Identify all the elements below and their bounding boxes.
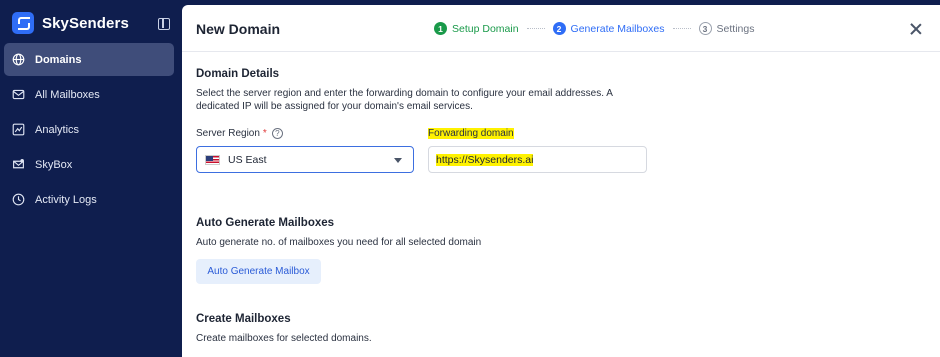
sidebar-item-domains[interactable]: Domains xyxy=(4,43,174,76)
create-mailboxes-desc: Create mailboxes for selected domains. xyxy=(196,333,372,344)
step-label: Setup Domain xyxy=(452,22,519,35)
sidebar-item-skybox[interactable]: SkyBox xyxy=(4,148,174,181)
forwarding-domain-label: Forwarding domain xyxy=(428,128,514,139)
step-separator xyxy=(672,28,691,29)
step-number: 3 xyxy=(698,22,712,35)
step-separator xyxy=(526,28,545,29)
forwarding-domain-input[interactable]: https://Skysenders.ai xyxy=(428,146,647,173)
domain-details-desc-line1: Select the server region and enter the f… xyxy=(196,88,613,99)
brand-name: SkySenders xyxy=(42,14,129,32)
step-generate-mailboxes[interactable]: 2 Generate Mailboxes xyxy=(552,22,665,35)
sidebar-item-activity-logs[interactable]: Activity Logs xyxy=(4,183,174,216)
domain-details-title: Domain Details xyxy=(196,68,280,80)
modal-header: New Domain 1 Setup Domain 2 Generate Mai… xyxy=(182,5,940,52)
required-marker: * xyxy=(262,128,267,139)
sidebar-item-label: SkyBox xyxy=(35,158,73,171)
sidebar-item-label: Analytics xyxy=(35,123,80,136)
sidebar-nav: Domains All Mailboxes Analytics SkyBox A… xyxy=(0,43,180,218)
sidebar-collapse-icon[interactable] xyxy=(158,18,170,30)
step-number: 1 xyxy=(434,22,447,35)
modal-title: New Domain xyxy=(196,21,281,37)
server-region-select[interactable]: US East xyxy=(196,146,414,173)
auto-generate-mailbox-button[interactable]: Auto Generate Mailbox xyxy=(196,259,321,284)
stepper: 1 Setup Domain 2 Generate Mailboxes 3 Se… xyxy=(434,22,754,35)
step-label: Settings xyxy=(716,22,755,35)
server-region-label-text: Server Region xyxy=(196,128,260,139)
create-mailboxes-title: Create Mailboxes xyxy=(196,313,291,325)
sidebar-item-label: Activity Logs xyxy=(35,193,97,206)
globe-icon xyxy=(12,53,25,66)
forwarding-domain-label-text: Forwarding domain xyxy=(428,128,514,139)
step-setup-domain[interactable]: 1 Setup Domain xyxy=(434,22,519,35)
sidebar: SkySenders Domains All Mailboxes Analyti… xyxy=(0,0,180,357)
close-icon[interactable] xyxy=(910,23,922,35)
brand[interactable]: SkySenders xyxy=(12,12,129,34)
mail-icon xyxy=(12,88,25,101)
new-domain-modal: New Domain 1 Setup Domain 2 Generate Mai… xyxy=(182,5,940,357)
analytics-icon xyxy=(12,123,25,136)
sidebar-item-analytics[interactable]: Analytics xyxy=(4,113,174,146)
domain-details-desc-line2: dedicated IP will be assigned for your d… xyxy=(196,101,473,112)
chevron-down-icon xyxy=(394,158,402,163)
server-region-value: US East xyxy=(228,153,267,166)
auto-generate-title: Auto Generate Mailboxes xyxy=(196,217,335,229)
forwarding-domain-value: https://Skysenders.ai xyxy=(436,153,534,166)
sidebar-item-label: Domains xyxy=(35,53,82,66)
help-icon[interactable]: ? xyxy=(271,128,283,139)
step-label: Generate Mailboxes xyxy=(570,22,665,35)
step-number: 2 xyxy=(552,22,566,35)
sidebar-item-all-mailboxes[interactable]: All Mailboxes xyxy=(4,78,174,111)
us-flag-icon xyxy=(205,154,220,165)
inbox-icon xyxy=(12,158,25,171)
auto-generate-desc: Auto generate no. of mailboxes you need … xyxy=(196,237,482,248)
step-settings[interactable]: 3 Settings xyxy=(698,22,755,35)
sidebar-item-label: All Mailboxes xyxy=(35,88,100,101)
server-region-label: Server Region * ? xyxy=(196,128,283,139)
skysenders-logo-icon xyxy=(12,12,34,34)
clock-icon xyxy=(12,193,25,206)
